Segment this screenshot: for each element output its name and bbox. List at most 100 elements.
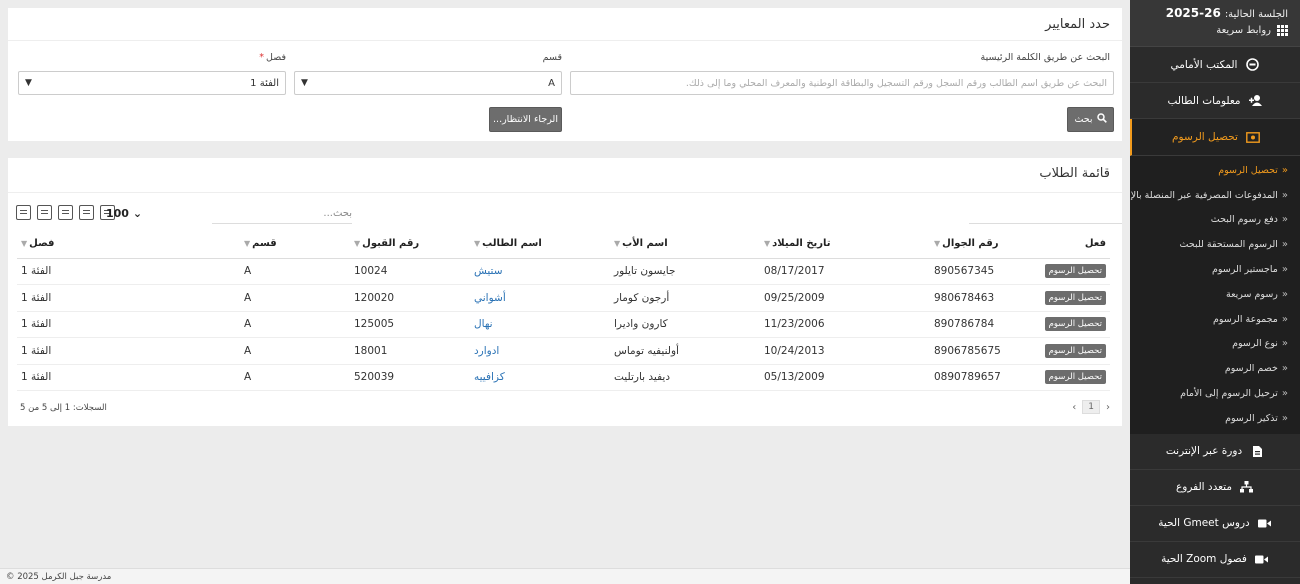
sidebar-item-student-info[interactable]: معلومات الطالب xyxy=(1130,83,1300,119)
chevron-down-icon: ▼ xyxy=(25,78,32,88)
chevron-double-left-icon: « xyxy=(1281,313,1288,325)
search-keyword-label: البحث عن طريق الكلمة الرئيسية xyxy=(980,52,1110,63)
sidebar-item-label: دروس Gmeet الحية xyxy=(1158,517,1250,530)
col-class[interactable]: فصل▼ xyxy=(17,230,240,259)
search-icon xyxy=(1096,113,1107,126)
student-name-link[interactable]: ستيش xyxy=(474,265,503,277)
cell-dob: 08/17/2017 xyxy=(760,258,930,285)
submenu-item-fees-discount[interactable]: «خصم الرسوم xyxy=(1130,356,1300,381)
cell-class: الفئة 1 xyxy=(17,311,240,338)
cell-dob: 09/25/2009 xyxy=(760,284,930,312)
csv-icon[interactable] xyxy=(58,205,73,220)
section-select[interactable]: A ▼ xyxy=(294,71,562,95)
class-select[interactable]: الفئة 1 ▼ xyxy=(18,71,286,95)
excel-icon[interactable] xyxy=(79,205,94,220)
next-page-icon[interactable]: › xyxy=(1106,402,1110,413)
sort-icon: ▼ xyxy=(354,239,361,249)
collect-fees-button[interactable]: تحصيل الرسوم xyxy=(1044,370,1106,385)
student-name-link[interactable]: ادوارد xyxy=(474,345,499,357)
submenu-item-search-due-fees[interactable]: «الرسوم المستحقة للبحث xyxy=(1130,232,1300,257)
cell-section: A xyxy=(240,311,350,338)
prev-page-icon[interactable]: ‹ xyxy=(1072,402,1076,413)
sidebar-item-gmeet-live[interactable]: دروس Gmeet الحية xyxy=(1130,506,1300,542)
col-father-name[interactable]: اسم الأب▼ xyxy=(610,230,760,259)
session-label: الجلسة الحالية: xyxy=(1224,9,1288,20)
sidebar-item-multi-branch[interactable]: متعدد الفروع xyxy=(1130,470,1300,506)
collect-fees-button[interactable]: تحصيل الرسوم xyxy=(1044,317,1106,332)
student-name-link[interactable]: أشواني xyxy=(474,292,506,304)
cell-class: الفئة 1 xyxy=(17,364,240,391)
sidebar-item-front-office[interactable]: المكتب الأمامي xyxy=(1130,47,1300,83)
table-search-input[interactable]: بحث... xyxy=(212,204,352,224)
submenu-item-online-bank-payments[interactable]: «المدفوعات المصرفية عبر المنصلة بالإنتر xyxy=(1130,183,1300,208)
sidebar-item-label: فصول Zoom الحية xyxy=(1161,553,1247,566)
footer: © 2025 مدرسة جبل الكرمل xyxy=(0,568,1130,584)
col-student-name[interactable]: اسم الطالب▼ xyxy=(470,230,610,259)
branches-icon xyxy=(1240,480,1254,494)
chevron-double-left-icon: « xyxy=(1281,288,1288,300)
submenu-item-fees-type[interactable]: «نوع الرسوم xyxy=(1130,332,1300,357)
submenu-item-fees-group[interactable]: «مجموعة الرسوم xyxy=(1130,307,1300,332)
col-mobile[interactable]: رقم الجوال▼ xyxy=(930,230,1020,259)
sidebar: الجلسة الحالية: 2025-26 روابط سريعة المك… xyxy=(1130,0,1300,584)
quick-links[interactable]: روابط سريعة xyxy=(1130,25,1288,36)
collect-fees-button[interactable]: تحصيل الرسوم xyxy=(1044,290,1106,305)
sort-icon: ▼ xyxy=(244,239,251,249)
cell-admission: 18001 xyxy=(350,337,470,365)
col-section[interactable]: قسم▼ xyxy=(240,230,350,259)
print-icon[interactable] xyxy=(16,205,31,220)
export-toolbar xyxy=(16,205,115,220)
sidebar-item-label: متعدد الفروع xyxy=(1176,481,1232,494)
required-asterisk: * xyxy=(259,52,265,63)
table-row: تحصيل الرسوم 8906785675 10/24/2013 أولني… xyxy=(17,337,1110,365)
criteria-panel: حدد المعايير البحث عن طريق الكلمة الرئيس… xyxy=(8,8,1122,141)
cell-dob: 11/23/2006 xyxy=(760,311,930,338)
submenu-item-quick-fees[interactable]: «رسوم سريعة xyxy=(1130,282,1300,307)
chevron-double-left-icon: « xyxy=(1281,239,1288,251)
cell-section: A xyxy=(240,284,350,312)
submenu-item-fees-master[interactable]: «ماجستير الرسوم xyxy=(1130,257,1300,282)
sort-icon: ▼ xyxy=(764,239,771,249)
sidebar-item-label: تحصيل الرسوم xyxy=(1172,131,1238,143)
search-button-label: بحث xyxy=(1074,114,1093,125)
search-button[interactable]: بحث xyxy=(1067,107,1114,132)
grid-icon xyxy=(1277,25,1288,36)
submenu-item-collect-fees[interactable]: «تحصيل الرسوم xyxy=(1130,158,1300,183)
sidebar-item-online-course[interactable]: دورة عبر الإنترنت xyxy=(1130,434,1300,470)
cell-mobile: 890567345 xyxy=(930,258,1020,285)
page-number[interactable]: 1 xyxy=(1082,400,1100,414)
cell-class: الفئة 1 xyxy=(17,258,240,285)
submenu-item-fees-carry-forward[interactable]: «ترحيل الرسوم إلى الأمام xyxy=(1130,381,1300,406)
col-admission-no[interactable]: رقم القبول▼ xyxy=(350,230,470,259)
table-row: تحصيل الرسوم 980678463 09/25/2009 أرجون … xyxy=(17,284,1110,312)
section-value: A xyxy=(548,77,555,89)
student-name-link[interactable]: كزافييه xyxy=(474,371,505,383)
cell-admission: 10024 xyxy=(350,258,470,285)
pdf-icon[interactable] xyxy=(37,205,52,220)
please-wait-button[interactable]: الرجاء الانتظار... xyxy=(489,107,562,132)
cell-father: أرجون كومار xyxy=(610,284,760,312)
cell-admission: 520039 xyxy=(350,364,470,391)
sidebar-item-zoom-live[interactable]: فصول Zoom الحية xyxy=(1130,542,1300,578)
cell-section: A xyxy=(240,337,350,365)
table-search-input[interactable] xyxy=(969,204,1122,224)
page-size-select[interactable]: 100 ⌄ xyxy=(106,207,142,220)
chevron-double-left-icon: « xyxy=(1281,214,1288,226)
sort-icon: ▼ xyxy=(474,239,481,249)
table-row: تحصيل الرسوم 890786784 11/23/2006 كارون … xyxy=(17,311,1110,338)
sidebar-item-fees-collection[interactable]: تحصيل الرسوم xyxy=(1130,119,1300,156)
submenu-item-fees-reminder[interactable]: «تذكير الرسوم xyxy=(1130,406,1300,431)
chevron-down-icon: ⌄ xyxy=(132,207,143,220)
submenu-item-search-fees-payment[interactable]: «دفع رسوم البحث xyxy=(1130,208,1300,233)
collect-fees-button[interactable]: تحصيل الرسوم xyxy=(1044,264,1106,279)
chevron-double-left-icon: « xyxy=(1281,363,1288,375)
col-dob[interactable]: تاريخ الميلاد▼ xyxy=(760,230,930,259)
keyword-search-input[interactable]: البحث عن طريق اسم الطالب ورقم السجل ورقم… xyxy=(570,71,1114,95)
cell-mobile: 890786784 xyxy=(930,311,1020,338)
session-year[interactable]: 2025-26 xyxy=(1166,6,1221,20)
quick-links-label: روابط سريعة xyxy=(1216,25,1271,36)
student-name-link[interactable]: نهال xyxy=(474,318,493,330)
cell-father: أولنيفيه توماس xyxy=(610,337,760,365)
cell-father: كارون واديرا xyxy=(610,311,760,338)
collect-fees-button[interactable]: تحصيل الرسوم xyxy=(1044,343,1106,358)
